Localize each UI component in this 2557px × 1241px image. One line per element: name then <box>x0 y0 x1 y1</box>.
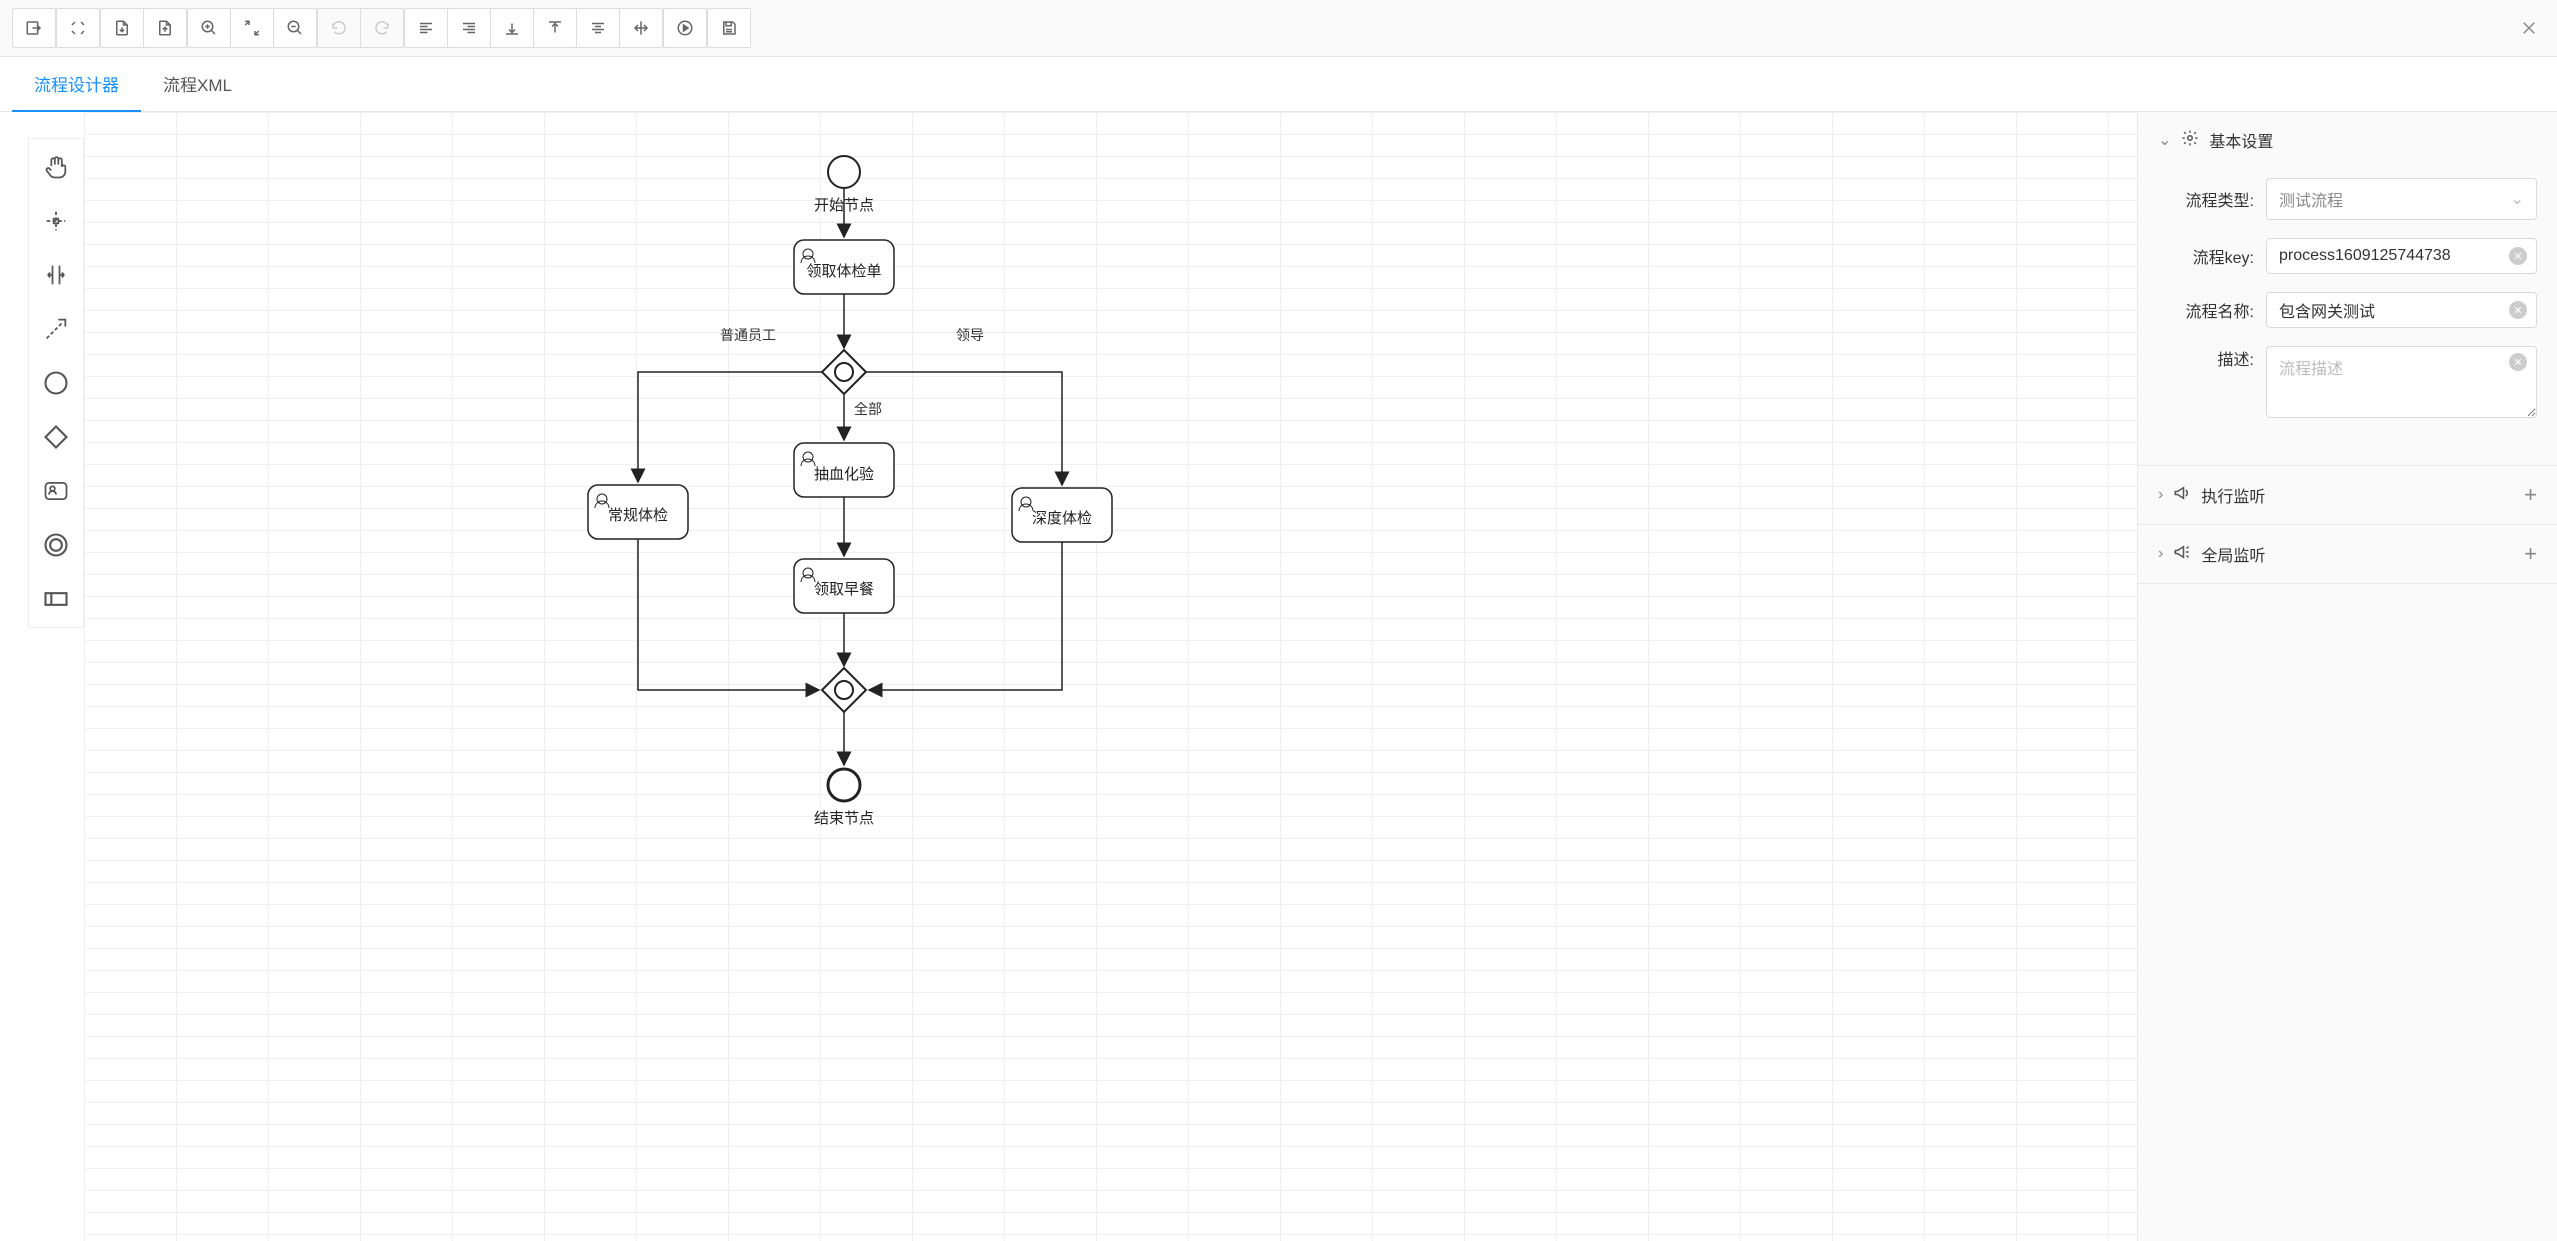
undo-button[interactable] <box>317 8 361 48</box>
chevron-right-icon: › <box>2158 486 2163 504</box>
panel-title: 全局监听 <box>2201 542 2265 566</box>
chevron-down-icon: ⌄ <box>2511 189 2524 209</box>
export-button[interactable] <box>12 8 56 48</box>
task-label: 领取早餐 <box>814 581 874 598</box>
form-label: 描述: <box>2158 346 2254 370</box>
chevron-down-icon: ⌄ <box>2158 130 2171 150</box>
tab-designer[interactable]: 流程设计器 <box>12 57 141 112</box>
type-select[interactable]: 测试流程 ⌄ <box>2266 178 2537 220</box>
user-task-tool-icon[interactable] <box>40 475 72 507</box>
form-label: 流程key: <box>2158 244 2254 268</box>
fit-button[interactable] <box>56 8 100 48</box>
gear-icon <box>2181 129 2199 152</box>
panel-exec-listener-header[interactable]: › 执行监听 + <box>2138 466 2557 524</box>
palette <box>28 138 84 628</box>
start-event-node[interactable] <box>828 156 860 188</box>
align-center-h-button[interactable] <box>576 8 620 48</box>
start-event-tool-icon[interactable] <box>40 367 72 399</box>
edge[interactable] <box>638 539 819 690</box>
panel-global-listener-header[interactable]: › 全局监听 + <box>2138 525 2557 583</box>
inclusive-gateway-node[interactable] <box>822 350 866 394</box>
align-bottom-button[interactable] <box>490 8 534 48</box>
file-import-button[interactable] <box>100 8 144 48</box>
end-event-label: 结束节点 <box>814 810 874 827</box>
speaker-icon <box>2173 543 2191 566</box>
add-button[interactable]: + <box>2524 482 2537 508</box>
zoom-out-button[interactable] <box>273 8 317 48</box>
align-top-button[interactable] <box>533 8 577 48</box>
clear-icon[interactable]: ✕ <box>2509 247 2527 265</box>
key-input[interactable] <box>2266 238 2537 274</box>
connect-tool-icon[interactable] <box>40 313 72 345</box>
end-event-node[interactable] <box>828 769 860 801</box>
form-label: 流程类型: <box>2158 187 2254 211</box>
close-button[interactable] <box>2513 12 2545 44</box>
form-label: 流程名称: <box>2158 298 2254 322</box>
canvas[interactable]: 开始节点 领取体检单 普通员工 领导 全部 <box>84 112 2137 1241</box>
pool-tool-icon[interactable] <box>40 583 72 615</box>
panel-basic-header[interactable]: ⌄ 基本设置 <box>2138 112 2557 168</box>
panel-title: 基本设置 <box>2209 128 2273 152</box>
save-button[interactable] <box>707 8 751 48</box>
add-button[interactable]: + <box>2524 541 2537 567</box>
zoom-reset-button[interactable] <box>230 8 274 48</box>
space-tool-icon[interactable] <box>40 259 72 291</box>
edge-label: 全部 <box>854 401 882 417</box>
task-label: 常规体检 <box>608 507 668 524</box>
tabs: 流程设计器 流程XML <box>0 57 2557 112</box>
gateway-tool-icon[interactable] <box>40 421 72 453</box>
clear-icon[interactable]: ✕ <box>2509 301 2527 319</box>
align-right-button[interactable] <box>447 8 491 48</box>
task-label: 领取体检单 <box>806 263 881 280</box>
inclusive-gateway-node[interactable] <box>822 668 866 712</box>
tab-xml[interactable]: 流程XML <box>141 57 254 112</box>
chevron-right-icon: › <box>2158 545 2163 563</box>
file-export-button[interactable] <box>143 8 187 48</box>
properties-panel: ⌄ 基本设置 流程类型: 测试流程 ⌄ 流程key: <box>2137 112 2557 1241</box>
zoom-in-button[interactable] <box>187 8 231 48</box>
edge[interactable] <box>869 542 1062 690</box>
end-event-tool-icon[interactable] <box>40 529 72 561</box>
lasso-tool-icon[interactable] <box>40 205 72 237</box>
edge-label: 领导 <box>956 327 984 343</box>
redo-button[interactable] <box>360 8 404 48</box>
run-button[interactable] <box>663 8 707 48</box>
task-label: 深度体检 <box>1032 510 1092 527</box>
panel-title: 执行监听 <box>2201 483 2265 507</box>
desc-textarea[interactable] <box>2266 346 2537 418</box>
task-label: 抽血化验 <box>814 466 874 483</box>
align-center-v-button[interactable] <box>619 8 663 48</box>
clear-icon[interactable]: ✕ <box>2509 353 2527 371</box>
megaphone-icon <box>2173 484 2191 507</box>
name-input[interactable] <box>2266 292 2537 328</box>
edge-label: 普通员工 <box>720 327 776 343</box>
hand-tool-icon[interactable] <box>40 151 72 183</box>
align-left-button[interactable] <box>404 8 448 48</box>
toolbar <box>0 0 2557 57</box>
edge[interactable] <box>866 372 1062 485</box>
